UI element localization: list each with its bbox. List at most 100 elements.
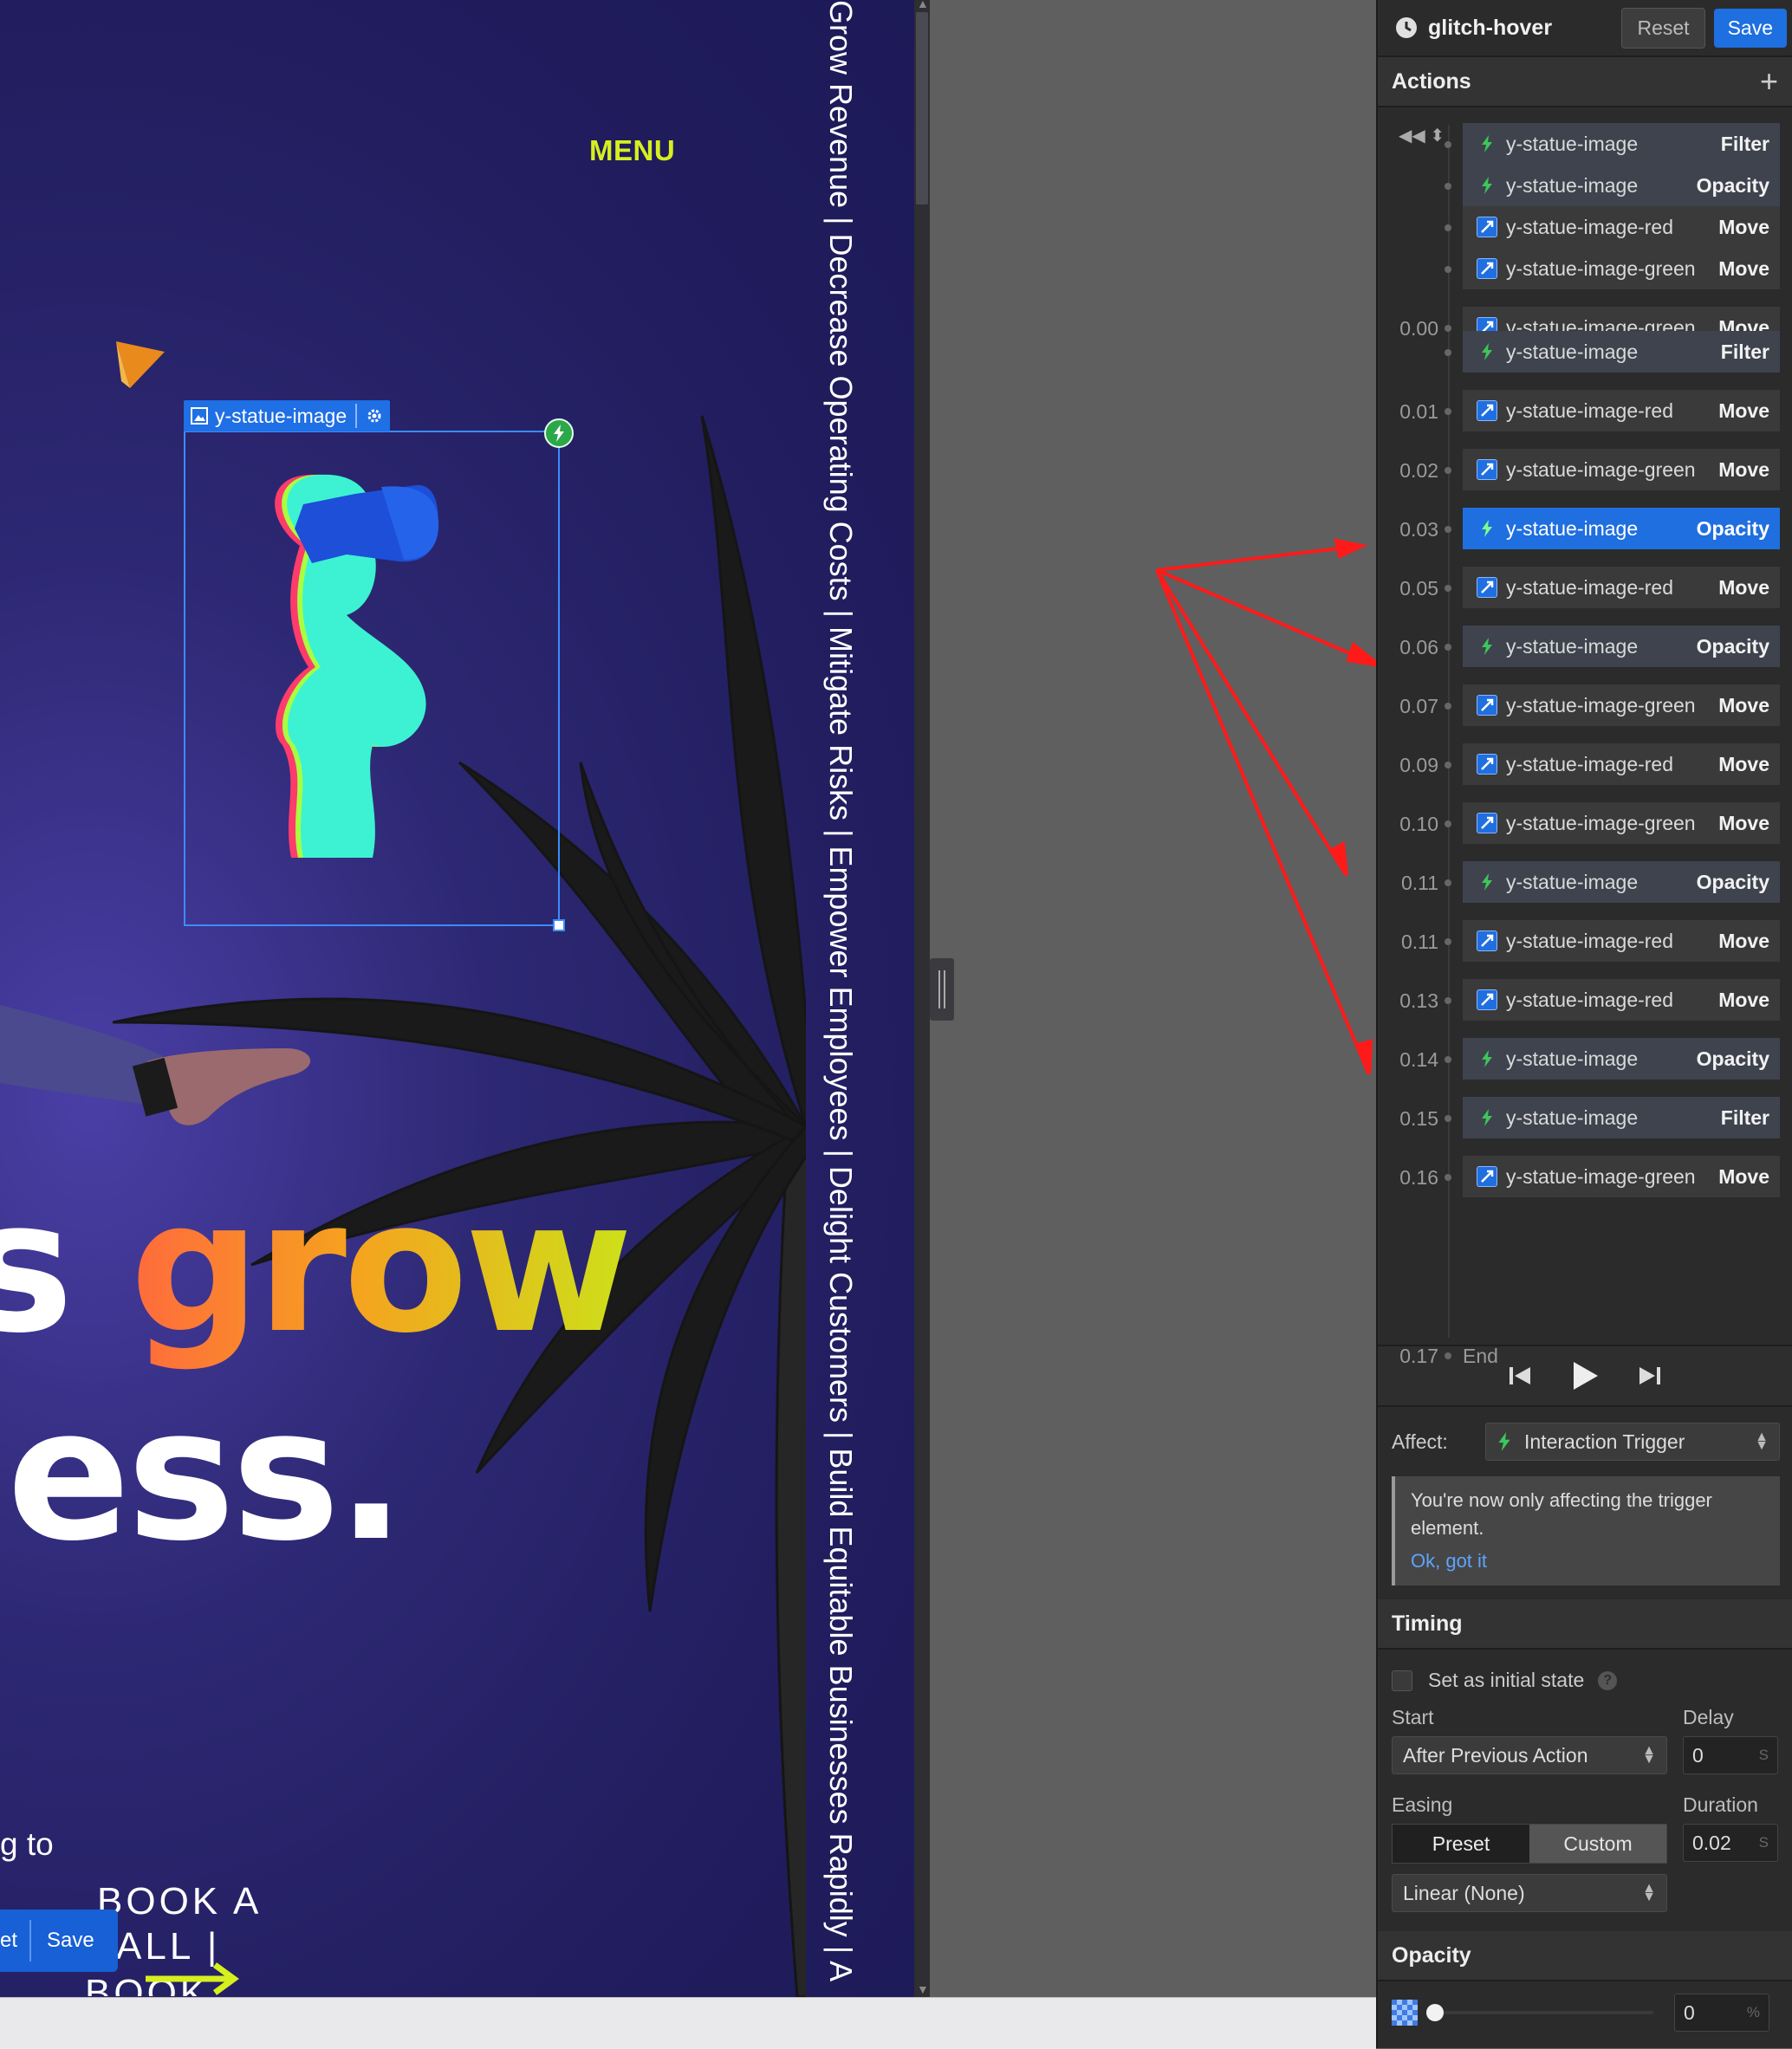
scroll-down-icon[interactable]: ▼ — [917, 1982, 929, 1996]
design-canvas[interactable]: MENU y-statue-image s grow ess. g to BOO… — [0, 0, 914, 1997]
actions-title: Actions — [1392, 68, 1471, 94]
action-type: Opacity — [1696, 173, 1769, 197]
opacity-title: Opacity — [1392, 1942, 1471, 1968]
hero-headline-line1: s grow — [0, 1161, 633, 1373]
canvas-scrollbar[interactable] — [914, 0, 930, 1997]
timeline-action-card[interactable]: y-statue-image-green Move — [1463, 684, 1780, 726]
opacity-slider-thumb[interactable] — [1426, 2004, 1444, 2021]
timeline-action-card[interactable]: y-statue-image-red Move — [1463, 206, 1780, 248]
bolt-icon — [1477, 341, 1497, 362]
preset-tab[interactable]: Preset — [1393, 1825, 1529, 1863]
delay-input[interactable]: 0 S — [1683, 1736, 1778, 1774]
timeline-action-card[interactable]: y-statue-image-red Move — [1463, 567, 1780, 608]
headline-prefix: s — [0, 1161, 74, 1373]
timeline-dot — [1445, 1056, 1451, 1063]
initial-state-checkbox[interactable] — [1392, 1670, 1412, 1691]
timeline-action-card[interactable]: y-statue-image Filter — [1463, 123, 1780, 165]
resize-handle[interactable] — [553, 919, 565, 931]
timeline-time: 0.01 — [1399, 400, 1438, 423]
timeline-action-card[interactable]: y-statue-image-red Move — [1463, 979, 1780, 1021]
floating-save-button[interactable]: Save — [31, 1929, 94, 1953]
add-action-icon[interactable]: + — [1760, 63, 1778, 100]
timeline-action-card[interactable]: y-statue-image-green Move — [1463, 248, 1780, 289]
easing-duration-labels: Easing Duration — [1378, 1793, 1792, 1817]
select-caret-icon: ▲ ▼ — [1642, 1881, 1656, 1904]
timeline-action-card[interactable]: y-statue-image Filter — [1463, 331, 1780, 373]
action-target: y-statue-image-green — [1506, 256, 1696, 280]
scroll-up-icon[interactable]: ▲ — [917, 0, 929, 10]
timeline-action-card[interactable]: y-statue-image-red Move — [1463, 743, 1780, 785]
selected-element-tag[interactable]: y-statue-image — [184, 400, 391, 431]
start-select[interactable]: After Previous Action ▲ ▼ — [1392, 1736, 1667, 1774]
opacity-input[interactable]: 0 % — [1674, 1994, 1769, 2032]
action-type: Filter — [1720, 340, 1769, 363]
action-type: Opacity — [1696, 634, 1769, 658]
move-icon — [1477, 577, 1497, 598]
panel-resize-handle[interactable] — [930, 958, 954, 1021]
timeline-dot — [1445, 820, 1451, 827]
move-icon — [1477, 459, 1497, 480]
save-button[interactable]: Save — [1713, 8, 1787, 48]
bolt-icon — [1477, 872, 1497, 892]
timeline-end-row: 0.17 End — [1378, 1334, 1792, 1378]
selected-element-outline[interactable] — [184, 431, 560, 926]
timeline-time: 0.06 — [1399, 636, 1438, 658]
timeline-time: 0.02 — [1399, 459, 1438, 482]
timeline-dot — [1445, 938, 1451, 945]
action-type: Move — [1718, 1164, 1769, 1188]
selected-element-name: y-statue-image — [215, 404, 347, 427]
bolt-icon — [1477, 636, 1497, 657]
timeline-action-card[interactable]: y-statue-image-red Move — [1463, 920, 1780, 962]
timeline-action-card[interactable]: y-statue-image Opacity — [1463, 1038, 1780, 1080]
floating-reset-button[interactable]: et — [0, 1920, 32, 1961]
help-icon[interactable]: ? — [1598, 1670, 1618, 1690]
timeline-action-card[interactable]: y-statue-image-green Move — [1463, 802, 1780, 844]
duration-unit: S — [1758, 1834, 1769, 1851]
timeline-row: 0.09 y-statue-image-red Move — [1378, 743, 1792, 787]
timeline-dot — [1445, 224, 1451, 231]
action-type: Move — [1718, 929, 1769, 952]
timeline-action-card[interactable]: y-statue-image Filter — [1463, 1097, 1780, 1138]
timing-section-header: Timing — [1378, 1599, 1792, 1650]
action-target: y-statue-image-green — [1506, 1164, 1696, 1188]
cta-text-line1[interactable]: BOOK A — [97, 1880, 262, 1923]
reset-button[interactable]: Reset — [1621, 7, 1705, 49]
canvas-scroll-thumb[interactable] — [916, 12, 928, 204]
gear-icon[interactable] — [366, 407, 383, 425]
timeline-action-card[interactable]: y-statue-image Opacity — [1463, 861, 1780, 903]
timeline-action-card[interactable]: y-statue-image-green Move — [1463, 1156, 1780, 1197]
action-type: Move — [1718, 215, 1769, 238]
timeline-time: 0.11 — [1400, 930, 1438, 953]
duration-input[interactable]: 0.02 S — [1683, 1824, 1778, 1862]
timeline-time: 0.10 — [1399, 813, 1438, 835]
start-value: After Previous Action — [1403, 1743, 1588, 1767]
start-delay-inputs: After Previous Action ▲ ▼ 0 S — [1378, 1736, 1792, 1774]
animation-name[interactable]: glitch-hover — [1428, 16, 1621, 41]
timeline-dot — [1445, 762, 1451, 768]
timeline-action-card[interactable]: y-statue-image-green Move — [1463, 449, 1780, 490]
opacity-value: 0 — [1684, 2000, 1695, 2024]
move-icon — [1477, 695, 1497, 716]
timeline-action-card[interactable]: y-statue-image Opacity — [1463, 508, 1780, 549]
menu-link[interactable]: MENU — [589, 134, 675, 167]
action-target: y-statue-image-red — [1506, 752, 1674, 775]
hero-body-text: g to — [0, 1826, 54, 1862]
easing-select[interactable]: Linear (None) ▲ ▼ — [1392, 1874, 1667, 1912]
action-target: y-statue-image — [1506, 870, 1639, 893]
action-target: y-statue-image-red — [1506, 215, 1674, 238]
timeline-action-card[interactable]: y-statue-image-red Move — [1463, 390, 1780, 431]
interaction-trigger-bolt-icon[interactable] — [544, 418, 574, 448]
action-type: Move — [1718, 693, 1769, 717]
timeline-action-card[interactable]: y-statue-image Opacity — [1463, 626, 1780, 667]
vertical-marquee: Grow Revenue | Decrease Operating Costs … — [810, 0, 862, 1997]
action-type: Move — [1718, 575, 1769, 599]
opacity-slider[interactable] — [1426, 2002, 1653, 2023]
notice-dismiss-link[interactable]: Ok, got it — [1411, 1547, 1764, 1575]
duration-value: 0.02 — [1692, 1831, 1731, 1854]
custom-tab[interactable]: Custom — [1529, 1825, 1666, 1863]
bottom-status-bar — [0, 1997, 1376, 2049]
notice-text: You're now only affecting the trigger el… — [1411, 1489, 1712, 1539]
timeline-action-card[interactable]: y-statue-image Opacity — [1463, 165, 1780, 206]
timeline-row: 0.01 y-statue-image-red Move — [1378, 390, 1792, 433]
affect-select[interactable]: Interaction Trigger ▲ ▼ — [1485, 1423, 1780, 1461]
